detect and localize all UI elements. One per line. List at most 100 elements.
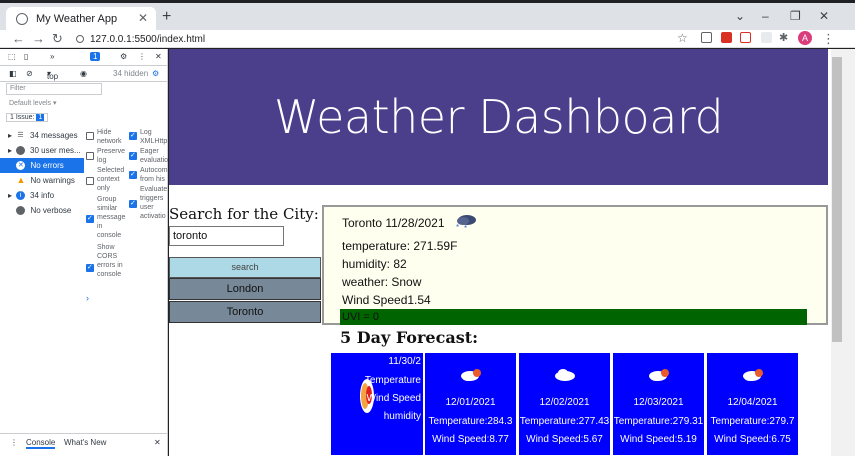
option-label: Show CORS errors in console	[97, 244, 123, 278]
site-info-icon[interactable]	[76, 35, 84, 43]
search-label: Search for the City:	[169, 205, 319, 223]
page-title: Weather Dashboard	[273, 90, 724, 144]
sidebar-item-label: 34 messages	[30, 131, 78, 140]
sidebar-item-label: No warnings	[30, 176, 75, 185]
hide-network-checkbox[interactable]	[86, 132, 94, 140]
forecast-date: 12/03/2021	[633, 397, 684, 408]
group-similar-checkbox[interactable]	[86, 214, 94, 223]
address-bar[interactable]: 127.0.0.1:5500/index.html	[76, 31, 696, 47]
current-temperature: temperature: 271.59F	[342, 239, 458, 253]
forecast-wind: Wind Speed	[366, 393, 421, 404]
console-prompt-icon[interactable]: ›	[86, 293, 89, 303]
log-levels-dropdown[interactable]: Default levels ▾	[9, 99, 57, 107]
issues-badge[interactable]: 1	[90, 52, 101, 61]
uv-index-bar: UVI = 0	[340, 309, 807, 325]
forecast-date: 12/02/2021	[539, 397, 590, 408]
sidebar-item-user-messages[interactable]: ▸ 30 user mes...	[0, 143, 84, 158]
sidebar-item-warnings[interactable]: ▲ No warnings	[0, 173, 84, 188]
forecast-temp: Temperature:279.7	[710, 416, 795, 427]
sidebar-item-messages[interactable]: ▸ ☰ 34 messages	[0, 128, 84, 143]
city-search-input[interactable]: toronto	[169, 226, 284, 246]
close-devtools-icon[interactable]: ✕	[155, 52, 162, 61]
option-label: Group similar message in console	[97, 196, 126, 239]
option-label: Log XMLHttp	[140, 129, 168, 145]
option-label: Autocom from his	[140, 167, 168, 183]
extension-slot-icon[interactable]	[761, 32, 772, 43]
console-settings-icon[interactable]: ⚙	[152, 69, 159, 78]
tab-console[interactable]: Console	[26, 438, 56, 449]
forecast-date: 12/04/2021	[727, 397, 778, 408]
more-tabs-icon[interactable]: »	[50, 52, 54, 61]
history-button-toronto[interactable]: Toronto	[169, 301, 321, 323]
pdf-extension-icon[interactable]	[721, 32, 732, 43]
new-tab-icon[interactable]: +	[162, 8, 171, 26]
show-cors-checkbox[interactable]	[86, 263, 94, 272]
context-label: top	[47, 72, 59, 81]
close-tab-icon[interactable]: ✕	[138, 11, 148, 25]
selected-context-checkbox[interactable]	[86, 177, 94, 185]
clear-console-icon[interactable]: ⊘	[26, 69, 33, 78]
avatar[interactable]: A	[798, 31, 812, 45]
forward-icon[interactable]: →	[32, 31, 45, 46]
svg-text:*: *	[464, 224, 467, 231]
issues-count: 1	[36, 114, 45, 121]
weather-icon	[554, 369, 575, 381]
url-text: 127.0.0.1:5500/index.html	[90, 33, 206, 45]
eye-icon[interactable]: ◉	[80, 69, 87, 78]
sidebar-item-label: No verbose	[30, 206, 72, 215]
sidebar-item-errors[interactable]: ✕ No errors	[0, 158, 84, 173]
minimize-icon[interactable]: –	[762, 9, 769, 23]
option-label: Selected context only	[97, 167, 125, 192]
sidebar-toggle-icon[interactable]: ◧	[9, 69, 17, 78]
tab-search-icon[interactable]: ⌄	[735, 9, 745, 23]
console-toolbar: ◧ ⊘ top ▾ ◉ 34 hidden ⚙	[0, 66, 167, 82]
restore-icon[interactable]: ❐	[790, 9, 801, 23]
back-icon[interactable]: ←	[12, 31, 25, 46]
devtools-panel: ⬚ ▯ » 1 ⚙ ⋮ ✕ ◧ ⊘ top ▾ ◉ 34 hidden ⚙ Fi…	[0, 49, 168, 456]
sidebar-item-info[interactable]: ▸ i 34 info	[0, 188, 84, 203]
pocket-extension-icon[interactable]	[740, 32, 751, 43]
device-toggle-icon[interactable]: ▯	[24, 52, 28, 61]
forecast-wind: Wind Speed:6.75	[714, 434, 791, 445]
inspect-icon[interactable]: ⬚	[8, 52, 16, 61]
scrollbar-thumb[interactable]	[832, 57, 842, 342]
tab-whats-new[interactable]: What's New	[64, 438, 106, 447]
tab-my-weather-app[interactable]: My Weather App ✕	[6, 7, 156, 30]
drawer-menu-icon[interactable]: ⋮	[10, 438, 18, 447]
error-icon: ✕	[16, 161, 26, 170]
bug-icon	[16, 206, 26, 215]
menu-kebab-icon[interactable]: ⋮	[822, 31, 835, 47]
forecast-card: 12/02/2021 Temperature:277.43 Wind Speed…	[518, 352, 611, 456]
close-drawer-icon[interactable]: ✕	[154, 438, 161, 447]
forecast-wind: Wind Speed:5.67	[526, 434, 603, 445]
sidebar-item-verbose[interactable]: No verbose	[0, 203, 84, 218]
context-select[interactable]: top ▾	[47, 69, 58, 81]
forecast-temp: Temperature:279.31	[613, 416, 704, 427]
user-icon	[16, 146, 26, 155]
autocomplete-checkbox[interactable]	[129, 170, 137, 179]
issues-link[interactable]: 1 Issue: 1	[6, 113, 49, 122]
devtools-menu-icon[interactable]: ⋮	[138, 52, 146, 61]
preserve-log-checkbox[interactable]	[86, 152, 94, 160]
warning-icon: ▲	[16, 175, 26, 185]
search-button[interactable]: search	[169, 257, 321, 278]
log-xhr-checkbox[interactable]	[129, 131, 137, 140]
close-window-icon[interactable]: ✕	[819, 9, 829, 23]
eager-eval-checkbox[interactable]	[129, 151, 137, 160]
extension-icon[interactable]	[701, 32, 712, 43]
reload-icon[interactable]: ↻	[52, 31, 63, 47]
puzzle-icon[interactable]: ✱	[779, 31, 788, 44]
tab-strip: My Weather App ✕ + ⌄ – ❐ ✕	[0, 0, 855, 30]
tab-title: My Weather App	[36, 12, 118, 25]
console-filter-input[interactable]: Filter	[6, 83, 102, 95]
forecast-card: 11/30/2 Temperature Wind Speed humidity	[330, 352, 424, 456]
weather-icon	[460, 369, 481, 381]
settings-gear-icon[interactable]: ⚙	[120, 52, 127, 61]
bookmark-star-icon[interactable]: ☆	[677, 31, 688, 45]
globe-icon	[16, 12, 28, 25]
evaluate-triggers-checkbox[interactable]	[129, 199, 137, 208]
history-button-london[interactable]: London	[169, 278, 321, 300]
page-scrollbar[interactable]	[831, 49, 855, 456]
forecast-temp: Temperature:284.3	[428, 416, 513, 427]
forecast-humidity: humidity	[383, 411, 421, 422]
